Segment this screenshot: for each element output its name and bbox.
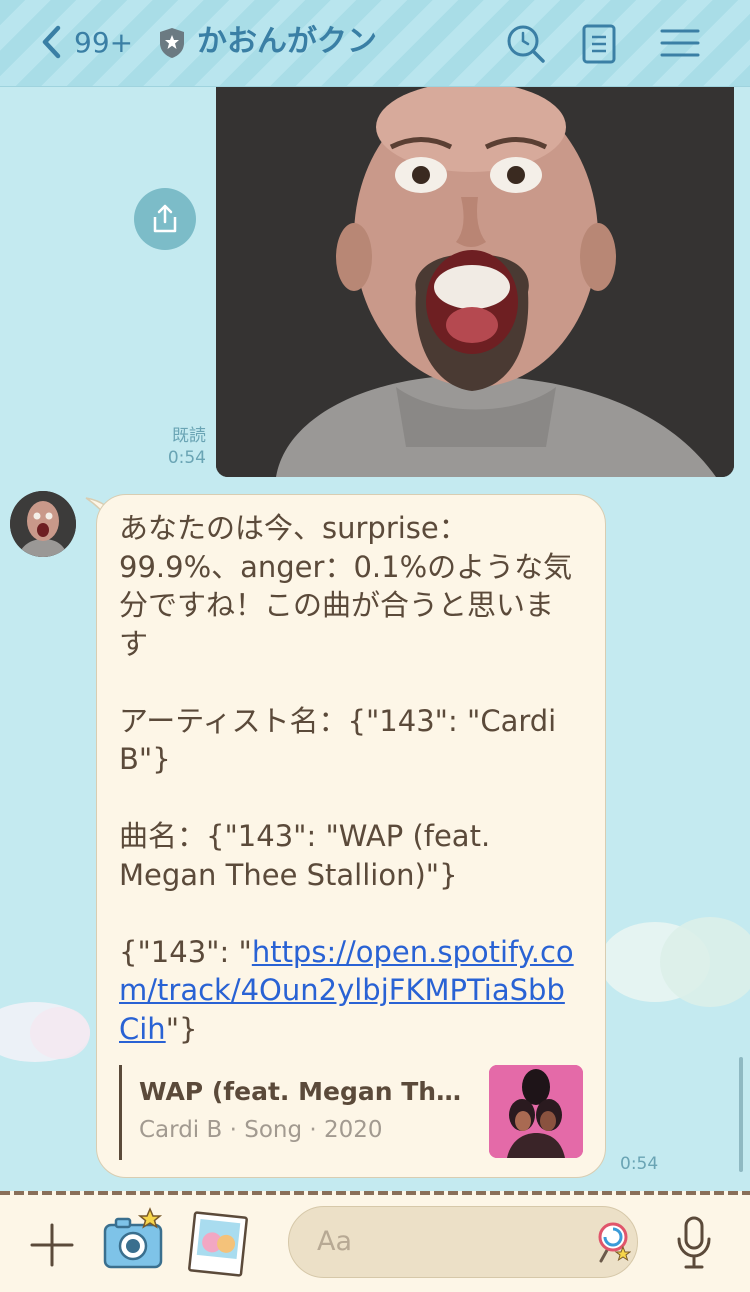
input-placeholder: Aa bbox=[317, 1226, 353, 1257]
cloud-decoration bbox=[30, 1007, 90, 1059]
photo-gallery-icon[interactable] bbox=[188, 1211, 248, 1277]
search-icon[interactable] bbox=[504, 22, 548, 66]
chat-header: 99+ かおんがクン bbox=[0, 0, 750, 87]
preview-subtitle: Cardi B · Song · 2020 bbox=[139, 1117, 383, 1143]
link-suffix: "} bbox=[165, 1011, 198, 1046]
message-input[interactable]: Aa bbox=[288, 1206, 638, 1278]
share-button[interactable] bbox=[134, 188, 196, 250]
link-preview[interactable]: WAP (feat. Megan Thee Stallion) Cardi B … bbox=[119, 1065, 583, 1160]
chat-area[interactable]: 既読 0:54 あなたのは今、surprise： 99.9%、anger：0.1… bbox=[0, 87, 750, 1191]
reply-text: あなたのは今、surprise： 99.9%、anger：0.1%のような気 分… bbox=[119, 511, 573, 892]
preview-bar bbox=[119, 1065, 122, 1160]
menu-icon[interactable] bbox=[658, 22, 702, 66]
unread-count: 99+ bbox=[74, 25, 134, 59]
microphone-icon[interactable] bbox=[674, 1215, 714, 1271]
chevron-left-icon bbox=[42, 25, 61, 59]
message-time: 0:54 bbox=[167, 448, 206, 468]
official-shield-icon bbox=[160, 28, 184, 58]
camera-icon[interactable] bbox=[102, 1207, 166, 1271]
read-receipt: 既読 0:54 bbox=[150, 425, 206, 469]
note-icon[interactable] bbox=[578, 22, 622, 66]
lollipop-emoji-icon[interactable] bbox=[589, 1221, 631, 1265]
message-text: あなたのは今、surprise： 99.9%、anger：0.1%のような気 分… bbox=[119, 509, 583, 1048]
sent-photo[interactable] bbox=[216, 87, 734, 477]
album-art-image bbox=[489, 1065, 583, 1158]
preview-title: WAP (feat. Megan Thee Stallion) bbox=[139, 1077, 469, 1106]
avatar[interactable] bbox=[10, 491, 76, 557]
input-bar: Aa bbox=[0, 1191, 750, 1292]
share-icon bbox=[153, 204, 177, 233]
read-status: 既読 bbox=[172, 426, 206, 446]
link-prefix: {"143": " bbox=[119, 934, 252, 969]
plus-icon[interactable] bbox=[28, 1221, 76, 1269]
album-art-thumbnail bbox=[489, 1065, 583, 1158]
cloud-decoration bbox=[660, 917, 750, 1007]
reply-bubble[interactable]: あなたのは今、surprise： 99.9%、anger：0.1%のような気 分… bbox=[96, 494, 606, 1178]
chat-title: かおんがクン bbox=[197, 24, 377, 59]
avatar-face-image bbox=[10, 491, 76, 557]
stitch-divider bbox=[0, 1191, 750, 1195]
surprised-face-image bbox=[216, 87, 734, 477]
back-button[interactable]: 99+ bbox=[38, 22, 138, 62]
scrollbar[interactable] bbox=[739, 1057, 743, 1172]
reply-time: 0:54 bbox=[620, 1154, 659, 1174]
